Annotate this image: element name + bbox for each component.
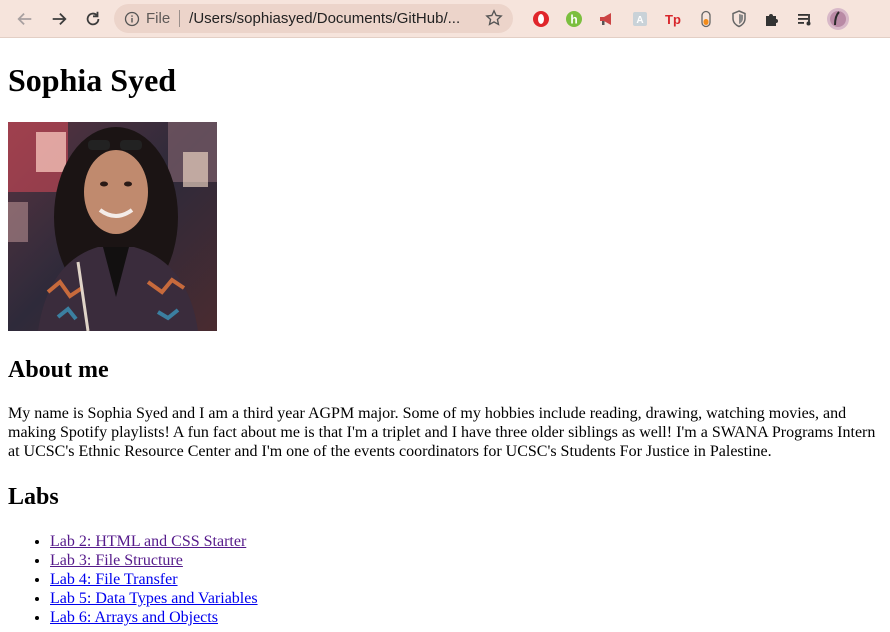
list-item: Lab 2: HTML and CSS Starter [50,532,258,551]
lab-3-link[interactable]: Lab 3: File Structure [50,552,183,569]
svg-text:A: A [636,15,643,26]
extensions-bar: h A Tp [524,5,854,33]
list-item: Lab 5: Data Types and Variables [50,589,258,608]
opera-red-icon[interactable] [524,5,557,33]
svg-text:h: h [570,13,577,27]
list-item: Lab 6: Arrays and Objects [50,608,258,627]
grammar-icon[interactable]: A [623,5,656,33]
megaphone-icon[interactable] [590,5,623,33]
lab-6-link[interactable]: Lab 6: Arrays and Objects [50,609,218,626]
arrow-left-icon [17,12,32,26]
reload-button[interactable] [78,4,108,34]
lab-4-link[interactable]: Lab 4: File Transfer [50,571,178,588]
playlist-icon[interactable] [788,5,821,33]
back-button[interactable] [10,4,40,34]
bookmark-star-icon[interactable] [485,9,503,27]
svg-text:Tp: Tp [665,12,681,27]
page-title: Sophia Syed [8,62,177,98]
browser-toolbar: File /Users/sophiasyed/Documents/GitHub/… [0,0,890,38]
capsule-icon[interactable] [689,5,722,33]
labs-heading: Labs [8,484,59,510]
list-item: Lab 4: File Transfer [50,570,258,589]
arrow-right-icon [52,12,67,26]
forward-button[interactable] [44,4,74,34]
url-scheme: File [146,10,171,27]
honey-h-icon[interactable]: h [557,5,590,33]
profile-avatar[interactable] [821,5,854,33]
lab-5-link[interactable]: Lab 5: Data Types and Variables [50,590,258,607]
lab-2-link[interactable]: Lab 2: HTML and CSS Starter [50,533,246,550]
list-item: Lab 3: File Structure [50,551,258,570]
info-icon[interactable] [124,11,140,27]
about-heading: About me [8,357,109,383]
shield-icon[interactable] [722,5,755,33]
reload-icon [86,11,100,26]
tp-icon[interactable]: Tp [656,5,689,33]
about-paragraph: My name is Sophia Syed and I am a third … [8,405,876,460]
profile-photo [8,122,217,331]
labs-list: Lab 2: HTML and CSS Starter Lab 3: File … [8,532,258,627]
address-bar[interactable]: File /Users/sophiasyed/Documents/GitHub/… [114,4,513,33]
puzzle-icon[interactable] [755,5,788,33]
divider [179,10,181,27]
url-text[interactable]: /Users/sophiasyed/Documents/GitHub/... [189,10,479,27]
